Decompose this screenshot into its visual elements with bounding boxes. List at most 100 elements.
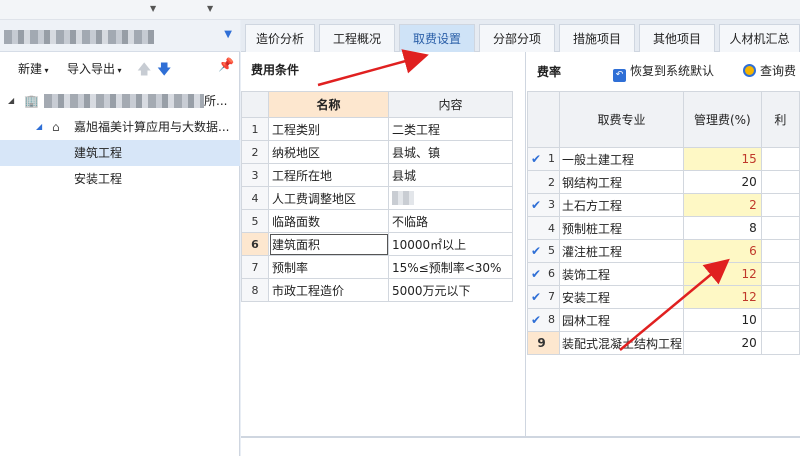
tree-item-root[interactable]: ◢ 🏢 所... (0, 88, 240, 114)
table-row[interactable]: ✔ 5 灌注桩工程 6 (527, 239, 800, 263)
profit-cell[interactable] (760, 262, 800, 286)
row-number: 4 (527, 216, 560, 240)
table-row[interactable]: 1 工程类别 二类工程 (241, 117, 513, 141)
import-export-menu-button[interactable]: 导入导出 ▾ (67, 60, 122, 77)
tab-label: 取费设置 (412, 32, 461, 46)
fee-spec: 土石方工程 (558, 193, 684, 217)
condition-name: 工程所在地 (268, 163, 389, 187)
new-menu-button[interactable]: 新建 ▾ (18, 60, 49, 77)
restore-label: 恢复到系统默认 (630, 64, 715, 78)
column-header-spec[interactable]: 取费专业 (558, 91, 684, 148)
mgmt-fee-value[interactable]: 2 (682, 193, 762, 217)
table-row[interactable]: 4 人工费调整地区 (241, 186, 513, 210)
tab-project-overview[interactable]: 工程概况 (319, 24, 395, 52)
fee-rate-header: 费率 ↶ 恢复到系统默认 查询费 (527, 52, 800, 88)
query-fee-button[interactable]: 查询费 (743, 62, 796, 79)
project-selector[interactable]: ▼ (0, 20, 240, 52)
tab-sections[interactable]: 分部分项 (479, 24, 555, 52)
corner-cell (527, 91, 560, 148)
condition-name[interactable]: 建筑面积 (268, 232, 389, 256)
profit-cell[interactable] (760, 308, 800, 332)
profit-cell[interactable] (760, 216, 800, 240)
condition-value[interactable]: 15%≤预制率<30% (388, 255, 513, 279)
table-row[interactable]: 9 装配式混凝土结构工程 20 (527, 331, 800, 355)
fee-spec: 预制桩工程 (558, 216, 684, 240)
condition-value[interactable] (388, 186, 513, 210)
tab-other-items[interactable]: 其他项目 (639, 24, 715, 52)
check-icon: ✔ (531, 313, 542, 327)
column-header-profit[interactable]: 利 (760, 91, 800, 148)
table-row[interactable]: ✔ 8 园林工程 10 (527, 308, 800, 332)
table-row[interactable]: 2 钢结构工程 20 (527, 170, 800, 194)
table-row[interactable]: ✔ 6 装饰工程 12 (527, 262, 800, 286)
tab-fee-settings[interactable]: 取费设置 (399, 24, 475, 52)
panel-splitter[interactable] (241, 436, 800, 438)
project-tree: ◢ 🏢 所... ◢ ⌂ 嘉旭福美计算应用与大数据... 建筑工程 安装工程 (0, 88, 240, 192)
table-row[interactable]: 5 临路面数 不临路 (241, 209, 513, 233)
tree-item-install[interactable]: 安装工程 (0, 166, 240, 192)
row-number: 2 (241, 140, 269, 164)
table-row[interactable]: ✔ 7 安装工程 12 (527, 285, 800, 309)
table-row[interactable]: 4 预制桩工程 8 (527, 216, 800, 240)
profit-cell[interactable] (760, 147, 800, 171)
move-up-icon[interactable]: 🡅 (137, 59, 151, 83)
condition-value[interactable]: 二类工程 (388, 117, 513, 141)
profit-cell[interactable] (760, 285, 800, 309)
query-label: 查询费 (760, 64, 797, 78)
move-down-icon[interactable]: 🡇 (157, 59, 171, 83)
tab-label: 人材机汇总 (729, 32, 790, 46)
profit-cell[interactable] (760, 193, 800, 217)
check-icon: ✔ (531, 152, 542, 166)
profit-cell[interactable] (760, 239, 800, 263)
row-number: ✔ 6 (527, 262, 560, 286)
mgmt-fee-value[interactable]: 20 (682, 331, 762, 355)
mgmt-fee-value[interactable]: 20 (682, 170, 762, 194)
table-row[interactable]: ✔ 1 一般土建工程 15 (527, 147, 800, 171)
mgmt-fee-value[interactable]: 15 (682, 147, 762, 171)
chevron-down-icon[interactable]: ▼ (207, 4, 213, 13)
condition-value[interactable]: 县城 (388, 163, 513, 187)
condition-value[interactable]: 5000万元以下 (388, 278, 513, 302)
column-header-name[interactable]: 名称 (268, 91, 389, 118)
column-header-mgmt[interactable]: 管理费(%) (682, 91, 762, 148)
tree-item-building[interactable]: 建筑工程 (0, 140, 240, 166)
condition-value[interactable]: 10000㎡以上 (388, 232, 513, 256)
tab-cost-analysis[interactable]: 造价分析 (245, 24, 315, 52)
collapse-triangle-icon[interactable]: ◢ (8, 88, 14, 114)
check-icon: ✔ (531, 198, 542, 212)
tab-label: 分部分项 (492, 32, 541, 46)
chevron-down-icon[interactable]: ▼ (224, 29, 232, 40)
table-row[interactable]: 3 工程所在地 县城 (241, 163, 513, 187)
tab-measures[interactable]: 措施项目 (559, 24, 635, 52)
profit-cell[interactable] (760, 331, 800, 355)
column-header-content[interactable]: 内容 (388, 91, 513, 118)
table-row[interactable]: 8 市政工程造价 5000万元以下 (241, 278, 513, 302)
profit-cell[interactable] (760, 170, 800, 194)
mgmt-fee-value[interactable]: 10 (682, 308, 762, 332)
fee-conditions-panel: 名称 内容 1 工程类别 二类工程 2 纳税地区 县城、镇 3 工程所在地 县城… (241, 88, 526, 436)
table-row[interactable]: ✔ 3 土石方工程 2 (527, 193, 800, 217)
condition-name: 人工费调整地区 (268, 186, 389, 210)
table-row[interactable]: 6 建筑面积 10000㎡以上 (241, 232, 513, 256)
restore-default-button[interactable]: ↶ 恢复到系统默认 (613, 62, 714, 82)
table-row[interactable]: 7 预制率 15%≤预制率<30% (241, 255, 513, 279)
tree-item-unit[interactable]: ◢ ⌂ 嘉旭福美计算应用与大数据... (0, 114, 240, 140)
pin-icon[interactable]: 📌 (218, 58, 234, 73)
mgmt-fee-value[interactable]: 12 (682, 285, 762, 309)
mgmt-fee-value[interactable]: 8 (682, 216, 762, 240)
chevron-down-icon[interactable]: ▼ (150, 4, 156, 13)
condition-value[interactable]: 县城、镇 (388, 140, 513, 164)
table-row[interactable]: 2 纳税地区 县城、镇 (241, 140, 513, 164)
fee-spec: 装配式混凝土结构工程 (558, 331, 684, 355)
condition-value[interactable]: 不临路 (388, 209, 513, 233)
tab-materials-summary[interactable]: 人材机汇总 (719, 24, 800, 52)
collapse-triangle-icon[interactable]: ◢ (36, 114, 42, 140)
building-icon: 🏢 (24, 94, 39, 108)
condition-name: 市政工程造价 (268, 278, 389, 302)
top-strip: ▼ ▼ (0, 0, 800, 20)
redacted-value (392, 191, 414, 206)
fee-spec: 安装工程 (558, 285, 684, 309)
row-number: 5 (241, 209, 269, 233)
mgmt-fee-value[interactable]: 6 (682, 239, 762, 263)
mgmt-fee-value[interactable]: 12 (682, 262, 762, 286)
